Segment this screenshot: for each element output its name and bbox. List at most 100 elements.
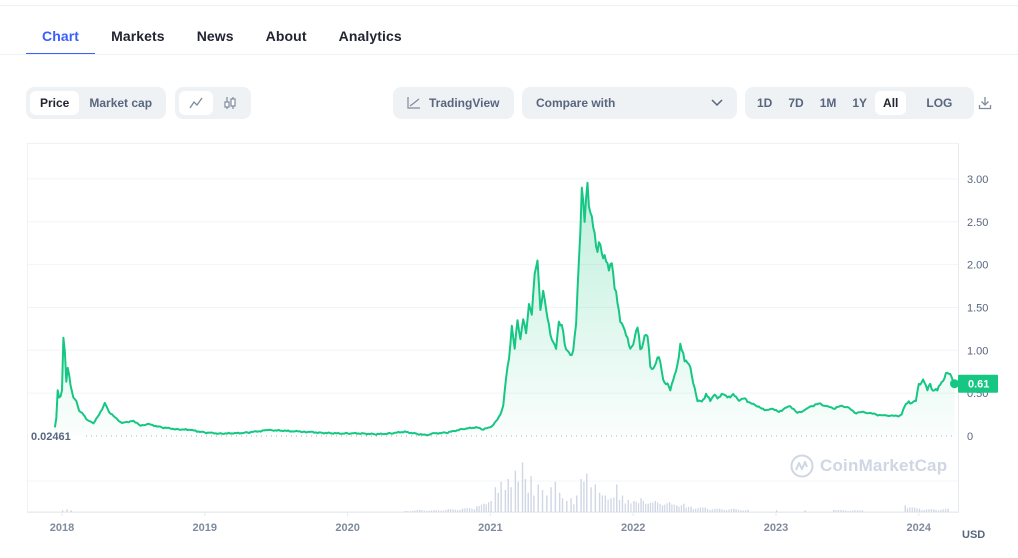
volume-bar: [695, 508, 697, 512]
volume-bar: [440, 510, 442, 512]
volume-bar: [461, 508, 464, 512]
y-tick-label: 3.00: [967, 174, 988, 186]
volume-bar: [435, 510, 437, 512]
volume-bar: [657, 502, 659, 512]
volume-bar: [911, 507, 913, 512]
volume-bar: [580, 479, 582, 512]
volume-bar: [438, 510, 440, 512]
volume-bar: [480, 504, 483, 512]
volume-bar: [527, 492, 529, 512]
volume-bar: [740, 510, 742, 512]
volume-bar: [647, 503, 649, 512]
volume-bar: [414, 510, 416, 512]
volume-bar: [923, 509, 925, 512]
volume-bar: [478, 505, 480, 512]
volume-bar: [473, 509, 475, 512]
volume-bar: [845, 510, 847, 512]
volume-bar: [70, 510, 72, 512]
volume-bar: [630, 503, 632, 512]
volume-bar: [721, 509, 723, 512]
volume-bar: [859, 510, 861, 512]
volume-bar: [728, 509, 730, 512]
y-tick-label: 1.50: [967, 302, 988, 314]
current-price-dot: [950, 379, 959, 389]
volume-bar: [944, 508, 947, 512]
volume-bar: [678, 506, 680, 512]
volume-bar: [925, 509, 928, 512]
volume-bar: [488, 502, 490, 512]
volume-bar: [833, 509, 835, 512]
volume-bar: [692, 508, 694, 512]
volume-bar: [521, 462, 524, 512]
volume-bar: [847, 510, 849, 512]
volume-bar: [476, 506, 478, 512]
x-tick-label: 2024: [907, 522, 932, 534]
volume-bar: [583, 481, 585, 512]
volume-bar: [497, 492, 499, 512]
volume-bar: [928, 509, 930, 512]
volume-bar: [447, 509, 449, 512]
volume-bar: [586, 473, 588, 512]
volume-bar: [507, 479, 509, 512]
volume-bar: [690, 506, 692, 512]
volume-bar: [659, 504, 661, 512]
volume-bar: [737, 509, 740, 512]
volume-bar: [804, 510, 806, 512]
volume-bar: [921, 510, 923, 512]
volume-bar: [704, 507, 706, 512]
volume-bar: [454, 509, 456, 512]
volume-bar: [510, 487, 512, 512]
volume-bar: [683, 503, 685, 512]
volume-bar: [747, 509, 749, 512]
volume-bar: [416, 510, 418, 512]
volume-bar: [745, 510, 747, 512]
volume-bar: [914, 507, 916, 512]
volume-bar: [62, 510, 64, 512]
x-tick-label: 2019: [193, 522, 217, 534]
volume-bar: [840, 509, 842, 512]
volume-bar: [604, 495, 607, 512]
volume-bar: [554, 481, 557, 512]
volume-bar: [573, 504, 575, 512]
volume-bar: [421, 510, 423, 512]
volume-bar: [459, 509, 461, 512]
volume-bar: [726, 510, 728, 512]
volume-bar: [404, 510, 407, 512]
volume-bar: [723, 509, 725, 512]
volume-bar: [676, 505, 678, 512]
x-tick-label: 2023: [764, 522, 788, 534]
volume-bar: [916, 508, 918, 512]
volume-bar: [466, 508, 468, 512]
volume-bar: [550, 487, 552, 512]
volume-bar: [856, 510, 859, 512]
volume-bar: [933, 509, 935, 512]
volume-bar: [937, 510, 940, 512]
volume-bar: [633, 501, 635, 512]
volume-bar: [485, 504, 487, 512]
volume-bar: [457, 510, 459, 512]
volume-bar: [423, 510, 425, 512]
volume-bar: [835, 510, 837, 512]
volume-bar: [445, 510, 447, 512]
volume-bar: [854, 510, 856, 512]
volume-bar: [610, 498, 612, 512]
volume-bar: [500, 481, 502, 512]
volume-bar: [730, 509, 732, 512]
volume-bar: [514, 470, 517, 512]
volume-bar: [699, 507, 702, 512]
volume-bar: [735, 509, 737, 512]
volume-bar: [627, 499, 629, 512]
volume-bar: [918, 508, 921, 512]
volume-bar: [590, 487, 592, 512]
volume-bar: [428, 510, 430, 512]
volume-bar: [711, 509, 713, 512]
volume-bar: [904, 505, 906, 512]
volume-bar: [849, 510, 851, 512]
volume-bar: [685, 507, 687, 512]
volume-bar: [649, 502, 652, 512]
volume-bar: [621, 495, 624, 512]
volume-bar: [673, 504, 675, 512]
volume-bar: [576, 495, 578, 512]
volume-bar: [524, 479, 527, 512]
volume-bar: [661, 505, 664, 512]
